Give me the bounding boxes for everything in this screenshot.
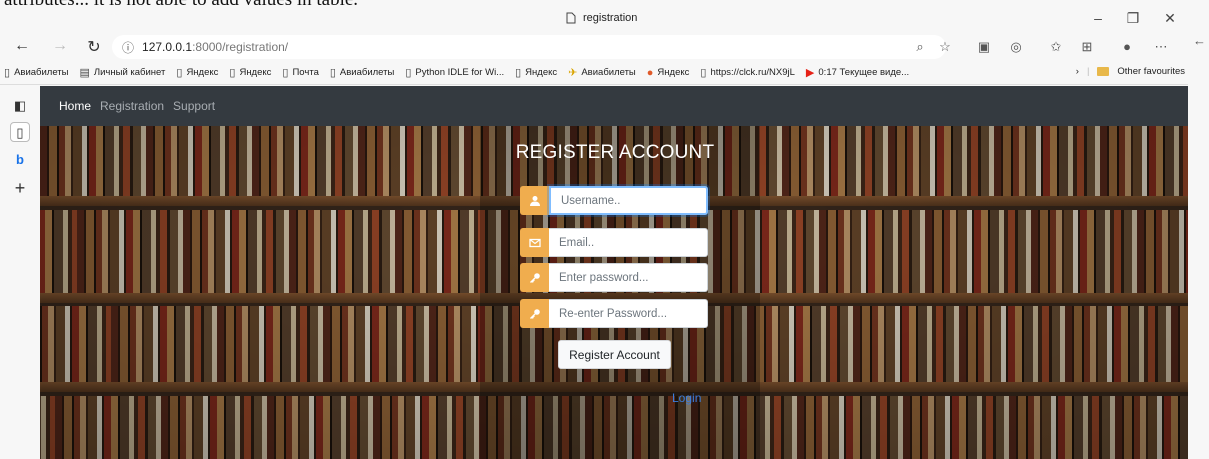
browser-window: attributes... it is not able to add valu… (0, 0, 1209, 459)
other-favourites-link[interactable]: Other favourites (1117, 66, 1185, 77)
info-icon[interactable]: ⓘ (122, 39, 134, 56)
bookmark-item[interactable]: ▯ Авиабилеты (4, 66, 68, 79)
register-account-button[interactable]: Register Account (558, 340, 671, 369)
repassword-input[interactable] (549, 299, 708, 328)
bookmark-label: Яндекс (657, 67, 690, 78)
page-icon: ▯ (4, 67, 11, 79)
email-field (520, 228, 708, 257)
password-field (520, 263, 708, 292)
bookmark-label: Яндекс (186, 67, 219, 78)
forward-button[interactable]: → (50, 37, 70, 55)
page-icon: ▯ (700, 67, 707, 79)
page-icon: ▯ (515, 67, 522, 79)
add-icon[interactable]: + (10, 178, 30, 198)
address-host: 127.0.0.1 (142, 40, 193, 54)
bookmark-item[interactable]: ▤ Личный кабинет (79, 66, 165, 79)
nav-home[interactable]: Home (59, 99, 91, 113)
bookmark-label: 0:17 Текущее виде... (818, 67, 910, 78)
bookmark-item[interactable]: ▯ Яндекс (176, 66, 218, 79)
page-icon: ▯ (176, 67, 183, 79)
refresh-button[interactable]: ↻ (84, 37, 104, 57)
bookmarks-bar: ▯ Авиабилеты ▤ Личный кабинет ▯ Яндекс ▯ Янд… (0, 61, 1209, 85)
chevron-right-icon[interactable]: › (1076, 66, 1079, 77)
site-navbar: Home Registration Support (40, 86, 1188, 126)
username-input[interactable] (549, 186, 708, 215)
window-title-text: registration (583, 12, 638, 24)
folder-icon (1097, 67, 1110, 76)
bookmark-label: Python IDLE for Wi... (415, 67, 505, 78)
right-edge-panel: ← (1188, 33, 1209, 459)
bookmark-item[interactable]: ▯ Почта (282, 66, 318, 79)
profile-avatar-icon[interactable]: ● (1118, 39, 1136, 54)
read-aloud-icon[interactable]: ⌕ (911, 39, 929, 55)
minimize-button[interactable]: – (1088, 10, 1108, 26)
bookmark-item[interactable]: ▯ Python IDLE for Wi... (405, 66, 504, 79)
yandex-icon: ● (646, 66, 654, 79)
bookmark-item[interactable]: ▯ Яндекс (229, 66, 271, 79)
title-bar: registration – ❐ ✕ (0, 8, 1209, 33)
form-title: REGISTER ACCOUNT (515, 142, 715, 163)
bookmark-label: Авиабилеты (14, 67, 69, 78)
email-input[interactable] (549, 228, 708, 257)
repassword-field (520, 299, 708, 328)
address-path: :8000/registration/ (192, 40, 289, 54)
bookmark-item[interactable]: ✈ Авиабилеты (568, 66, 636, 79)
password-input[interactable] (549, 263, 708, 292)
page-viewport: Home Registration Support REGISTER ACCOU… (40, 86, 1188, 459)
bookmark-label: Личный кабинет (93, 67, 166, 78)
favorites-icon[interactable]: ✩ (1047, 39, 1065, 55)
bookmark-label: Авиабилеты (581, 67, 636, 78)
toolbar: ← → ↻ ⓘ 127.0.0.1:8000/registration/ ⌕ ☆… (0, 33, 1209, 61)
collections-icon[interactable]: ⊞ (1078, 39, 1096, 55)
back-button[interactable]: ← (12, 37, 32, 55)
nav-support[interactable]: Support (173, 99, 215, 113)
window-title: registration (565, 12, 637, 24)
bookmark-item[interactable]: ▯ Авиабилеты (330, 66, 394, 79)
bookmark-label: Яндекс (525, 67, 558, 78)
page-icon: ▯ (282, 67, 289, 79)
bookmark-item[interactable]: ▯ https://clck.ru/NX9jL (700, 66, 795, 79)
page-icon: ▯ (329, 67, 336, 79)
tab-actions-icon[interactable]: ◧ (10, 96, 30, 116)
address-bar[interactable]: ⓘ 127.0.0.1:8000/registration/ (112, 35, 946, 59)
back-arrow-icon[interactable]: ← (1193, 33, 1206, 48)
bookmark-item[interactable]: ▶ 0:17 Текущее виде... (806, 66, 909, 79)
bookmark-label: Почта (292, 67, 319, 78)
page-tab-icon[interactable]: ▯ (10, 122, 30, 142)
extension-icon[interactable]: ▣ (975, 39, 993, 55)
favorite-star-icon[interactable]: ☆ (936, 39, 954, 55)
cabinet-icon: ▤ (79, 67, 90, 79)
bookmarks-overflow: › | Other favourites (1076, 66, 1185, 77)
maximize-button[interactable]: ❐ (1123, 10, 1143, 27)
bookmark-label: Авиабилеты (339, 67, 395, 78)
login-link[interactable]: Login (672, 391, 701, 405)
user-icon (520, 186, 549, 215)
bing-icon[interactable]: b (10, 150, 30, 170)
nav-registration[interactable]: Registration (100, 99, 164, 113)
key-icon (520, 263, 549, 292)
separator: | (1086, 66, 1090, 77)
bookmark-label: https://clck.ru/NX9jL (710, 67, 795, 78)
envelope-icon (520, 228, 549, 257)
bookmark-item[interactable]: ▯ Яндекс (515, 66, 557, 79)
page-icon: ▯ (405, 67, 412, 79)
plane-icon: ✈ (568, 67, 578, 79)
close-button[interactable]: ✕ (1160, 10, 1180, 27)
bookmark-item[interactable]: ● Яндекс (647, 67, 690, 79)
page-icon: ▯ (229, 67, 236, 79)
bookmark-label: Яндекс (239, 67, 272, 78)
username-field (520, 186, 708, 215)
youtube-icon: ▶ (805, 67, 815, 79)
more-menu-icon[interactable]: ⋯ (1152, 39, 1170, 55)
page-icon (566, 12, 576, 24)
key-icon (520, 299, 549, 328)
extension-2-icon[interactable]: ◎ (1007, 39, 1025, 55)
browser-sidebar: ◧ ▯ b + (0, 86, 40, 459)
